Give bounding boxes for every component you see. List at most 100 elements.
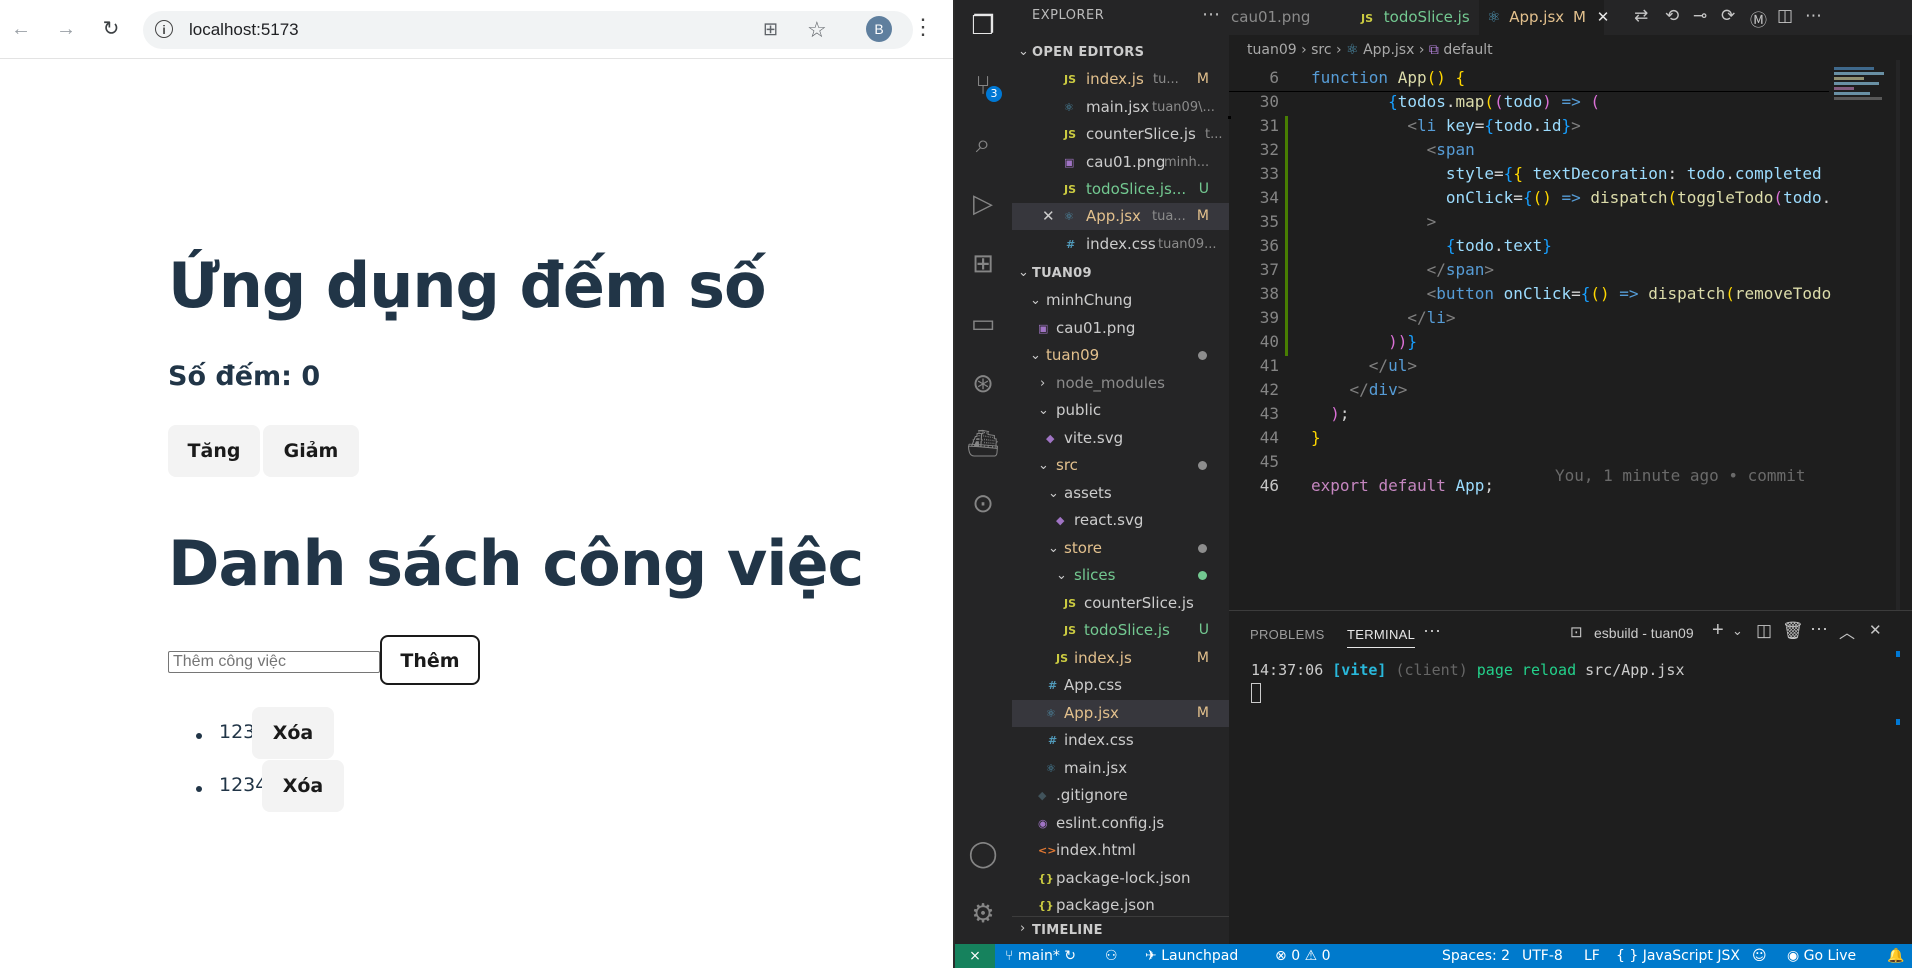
file-item[interactable]: # App.css [1012, 672, 1229, 699]
commit-icon[interactable]: ⊸ [1693, 6, 1707, 26]
folder-item[interactable]: › node_modules [1012, 370, 1229, 397]
tab-app-jsx[interactable]: ⚛ App.jsx M ✕ [1479, 0, 1609, 35]
url-text[interactable]: localhost:5173 [189, 20, 299, 40]
file-item[interactable]: JS index.js M [1012, 645, 1229, 672]
panel-more-icon[interactable]: ⋯ [1423, 621, 1441, 642]
remote-indicator[interactable]: ⨯ [955, 944, 995, 968]
open-editor-item-active[interactable]: ✕ ⚛ App.jsx tua... M [1012, 203, 1229, 230]
file-item[interactable]: {} package-lock.json [1012, 865, 1229, 892]
problems-status[interactable]: ⊗ 0 ⚠ 0 [1275, 944, 1331, 968]
encoding-status[interactable]: UTF-8 [1522, 944, 1563, 968]
source-code[interactable]: function App() { {todos.map((todo) => ( … [1311, 66, 1831, 506]
extensions-icon[interactable]: ⊞ [965, 246, 1001, 282]
next-change-icon[interactable]: ⟳ [1721, 6, 1735, 26]
folder-item[interactable]: ⌄ src [1012, 452, 1229, 479]
compare-changes-icon[interactable]: ⇄ [1634, 6, 1648, 26]
file-item[interactable]: # index.css [1012, 727, 1229, 754]
delete-todo-button[interactable]: Xóa [262, 760, 344, 812]
launchpad-status[interactable]: ✈ Launchpad [1145, 944, 1238, 968]
open-editor-item[interactable]: ⚛ main.jsx tuan09\... [1012, 94, 1229, 121]
copilot-icon[interactable]: ☺ [1752, 944, 1767, 968]
gitlens-compare-icon[interactable]: Ⓜ [1750, 6, 1767, 31]
tab-cau01[interactable]: cau01.png [1229, 0, 1349, 35]
maximize-panel-icon[interactable]: ︿ [1839, 619, 1855, 643]
timeline-title[interactable]: TIMELINE [1032, 923, 1103, 938]
chevron-right-icon[interactable]: › [1020, 921, 1025, 936]
forward-icon[interactable]: → [53, 16, 79, 42]
open-editor-item[interactable]: ▣ cau01.png minh... [1012, 149, 1229, 176]
file-item[interactable]: <> index.html [1012, 837, 1229, 864]
notifications-icon[interactable]: 🔔 [1887, 944, 1904, 968]
open-editors-title[interactable]: OPEN EDITORS [1032, 45, 1144, 60]
split-terminal-icon[interactable]: ◫ [1756, 621, 1772, 641]
back-icon[interactable]: ← [8, 16, 34, 42]
terminal-more-icon[interactable]: ⋯ [1810, 619, 1828, 640]
gitlens-icon[interactable]: ⊙ [965, 486, 1001, 522]
file-item[interactable]: ◉ eslint.config.js [1012, 810, 1229, 837]
add-todo-button[interactable]: Thêm [380, 635, 480, 685]
open-editor-item[interactable]: JS counterSlice.js t... [1012, 121, 1229, 148]
settings-gear-icon[interactable]: ⚙ [965, 896, 1001, 932]
todo-input[interactable] [168, 651, 380, 673]
open-editor-item[interactable]: JS todoSlice.js... U [1012, 176, 1229, 203]
reload-icon[interactable]: ↻ [98, 16, 124, 42]
file-item[interactable]: {} package.json [1012, 892, 1229, 919]
file-item[interactable]: ▣ cau01.png [1012, 315, 1229, 342]
terminal-name[interactable]: esbuild - tuan09 [1594, 625, 1694, 641]
bookmark-star-icon[interactable]: ☆ [807, 17, 827, 43]
previous-change-icon[interactable]: ⟲ [1665, 6, 1679, 26]
tab-terminal[interactable]: TERMINAL [1347, 627, 1416, 648]
decrement-button[interactable]: Giảm [263, 425, 359, 477]
chevron-down-icon[interactable]: ⌄ [1018, 265, 1029, 280]
eol-status[interactable]: LF [1584, 944, 1600, 968]
site-info-icon[interactable]: i [155, 20, 173, 38]
chevron-down-icon[interactable]: ⌄ [1732, 623, 1743, 639]
workspace-title[interactable]: TUAN09 [1032, 266, 1092, 281]
translate-icon[interactable]: ⊞ [763, 19, 778, 40]
address-bar[interactable]: i localhost:5173 ⊞ ☆ [143, 11, 913, 49]
docker-icon[interactable]: ⛴ [965, 426, 1001, 462]
open-editor-item[interactable]: JS index.js tu... M [1012, 66, 1229, 93]
increment-button[interactable]: Tăng [168, 425, 260, 477]
folder-item[interactable]: ⌄ slices [1012, 562, 1229, 589]
tab-problems[interactable]: PROBLEMS [1250, 627, 1325, 642]
breadcrumb[interactable]: tuan09 › src › ⚛ App.jsx › ⧉ default [1247, 42, 1493, 58]
folder-item[interactable]: ⌄ store [1012, 535, 1229, 562]
run-debug-icon[interactable]: ▷ [965, 186, 1001, 222]
profile-avatar[interactable]: B [866, 16, 892, 42]
explorer-icon[interactable]: ❐ [965, 8, 1001, 44]
trash-icon[interactable]: 🗑 [1782, 621, 1804, 641]
minimap[interactable] [1834, 65, 1896, 155]
language-status[interactable]: { } JavaScript JSX [1616, 944, 1740, 968]
go-live-status[interactable]: ◉ Go Live [1787, 944, 1856, 968]
file-item[interactable]: ◆ .gitignore [1012, 782, 1229, 809]
indentation-status[interactable]: Spaces: 2 [1442, 944, 1510, 968]
more-actions-icon[interactable]: ⋯ [1202, 4, 1220, 25]
file-item[interactable]: ◆ react.svg [1012, 507, 1229, 534]
new-terminal-icon[interactable]: + [1712, 619, 1724, 642]
gitlens-status-icon[interactable]: ⚇ [1105, 944, 1118, 968]
browser-menu-icon[interactable]: ⋮ [912, 14, 934, 40]
delete-todo-button[interactable]: Xóa [252, 707, 334, 759]
open-editor-item[interactable]: # index.css tuan09... [1012, 231, 1229, 258]
file-item[interactable]: JS todoSlice.js U [1012, 617, 1229, 644]
file-item[interactable]: JS counterSlice.js [1012, 590, 1229, 617]
branch-status[interactable]: ⑂ main* ↻ [1005, 944, 1076, 968]
folder-item[interactable]: ⌄ minhChung [1012, 287, 1229, 314]
more-actions-icon[interactable]: ⋯ [1805, 6, 1822, 26]
search-icon[interactable]: ⌕ [965, 126, 1001, 162]
folder-item[interactable]: ⌄ tuan09 [1012, 342, 1229, 369]
account-icon[interactable]: ◯ [965, 836, 1001, 872]
folder-item[interactable]: ⌄ assets [1012, 480, 1229, 507]
git-graph-icon[interactable]: ⊛ [965, 366, 1001, 402]
chevron-down-icon[interactable]: ⌄ [1018, 44, 1029, 59]
file-item-active[interactable]: ⚛ App.jsx M [1012, 700, 1229, 727]
editor-scrollbar[interactable] [1896, 60, 1900, 610]
folder-item[interactable]: ⌄ public [1012, 397, 1229, 424]
remote-explorer-icon[interactable]: ▭ [965, 306, 1001, 342]
file-item[interactable]: ◆ vite.svg [1012, 425, 1229, 452]
split-editor-icon[interactable]: ◫ [1777, 6, 1793, 26]
file-item[interactable]: ⚛ main.jsx [1012, 755, 1229, 782]
close-panel-icon[interactable]: ✕ [1869, 621, 1882, 639]
line-number: 34 [1259, 188, 1279, 207]
